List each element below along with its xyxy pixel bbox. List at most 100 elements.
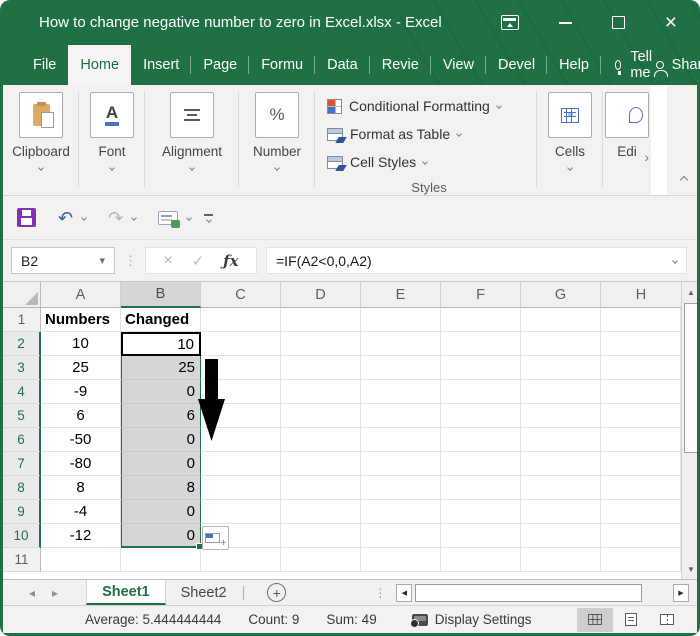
cell-B5[interactable]: 6: [121, 404, 201, 428]
empty-cells[interactable]: [201, 356, 681, 380]
column-header-B[interactable]: B: [121, 282, 201, 308]
email-icon[interactable]: [158, 211, 178, 225]
cell-A9[interactable]: -4: [41, 500, 121, 524]
sheet-tab-sheet1[interactable]: Sheet1: [86, 580, 166, 605]
cell-A5[interactable]: 6: [41, 404, 121, 428]
tab-formulas[interactable]: Formu: [249, 45, 315, 85]
cancel-icon[interactable]: ×: [163, 252, 172, 270]
tab-page-layout[interactable]: Page: [191, 45, 249, 85]
tab-file[interactable]: File: [21, 45, 68, 85]
name-box-arrow-icon[interactable]: ▾: [99, 254, 105, 267]
column-header-E[interactable]: E: [361, 282, 441, 308]
cell-A7[interactable]: -80: [41, 452, 121, 476]
cell-A8[interactable]: 8: [41, 476, 121, 500]
cell-B2-active[interactable]: 10: [121, 332, 201, 356]
horizontal-scrollbar[interactable]: ◀ ▶: [396, 580, 689, 605]
minimize-icon[interactable]: [559, 22, 572, 24]
conditional-formatting-button[interactable]: Conditional Formatting: [327, 92, 501, 120]
next-sheet-icon[interactable]: ▸: [52, 586, 58, 600]
empty-cells[interactable]: [201, 476, 681, 500]
column-header-F[interactable]: F: [441, 282, 521, 308]
clipboard-button[interactable]: [19, 92, 63, 138]
auto-fill-options-button[interactable]: +: [202, 526, 229, 550]
enter-icon[interactable]: ✓: [192, 252, 205, 270]
column-header-H[interactable]: H: [601, 282, 681, 308]
email-dropdown-icon[interactable]: [186, 215, 192, 221]
horizontal-scroll-thumb[interactable]: [415, 584, 641, 602]
normal-view-button[interactable]: [577, 608, 613, 632]
collapse-ribbon-icon[interactable]: [680, 176, 688, 184]
row-header-8[interactable]: 8: [3, 476, 41, 500]
cell-A3[interactable]: 25: [41, 356, 121, 380]
column-header-C[interactable]: C: [201, 282, 281, 308]
empty-cells[interactable]: [201, 500, 681, 524]
empty-cells[interactable]: [201, 428, 681, 452]
cell-A1[interactable]: Numbers: [41, 308, 121, 332]
insert-function-icon[interactable]: ƒx: [223, 252, 238, 270]
font-button[interactable]: A: [90, 92, 134, 138]
empty-cells[interactable]: [201, 548, 681, 572]
scroll-right-icon[interactable]: ▶: [673, 584, 689, 602]
row-header-6[interactable]: 6: [3, 428, 41, 452]
row-header-4[interactable]: 4: [3, 380, 41, 404]
empty-cells[interactable]: [201, 332, 681, 356]
cell-B10[interactable]: 0: [121, 524, 201, 548]
cell-B4[interactable]: 0: [121, 380, 201, 404]
scroll-left-icon[interactable]: ◀: [396, 584, 412, 602]
formula-input[interactable]: =IF(A2<0,0,A2): [266, 247, 687, 274]
row-header-1[interactable]: 1: [3, 308, 41, 332]
cells-button[interactable]: [548, 92, 592, 138]
cell-B11[interactable]: [121, 548, 201, 572]
row-header-7[interactable]: 7: [3, 452, 41, 476]
empty-cells[interactable]: [201, 452, 681, 476]
cell-B7[interactable]: 0: [121, 452, 201, 476]
row-header-3[interactable]: 3: [3, 356, 41, 380]
cell-styles-button[interactable]: Cell Styles: [327, 148, 427, 176]
tab-review[interactable]: Revie: [370, 45, 431, 85]
scroll-down-icon[interactable]: ▼: [682, 559, 697, 579]
share-button[interactable]: Share: [656, 45, 700, 85]
ribbon-display-options-icon[interactable]: [501, 15, 519, 30]
alignment-button[interactable]: [170, 92, 214, 138]
tab-insert[interactable]: Insert: [131, 45, 191, 85]
row-header-11[interactable]: 11: [3, 548, 41, 572]
cell-B6[interactable]: 0: [121, 428, 201, 452]
font-dropdown-icon[interactable]: [109, 165, 115, 171]
select-all-corner[interactable]: [3, 282, 41, 308]
row-header-9[interactable]: 9: [3, 500, 41, 524]
editing-button[interactable]: [605, 92, 649, 138]
undo-dropdown-icon[interactable]: [81, 215, 87, 221]
number-dropdown-icon[interactable]: [274, 165, 280, 171]
cells-dropdown-icon[interactable]: [567, 165, 573, 171]
cell-B1[interactable]: Changed: [121, 308, 201, 332]
column-header-A[interactable]: A: [41, 282, 121, 308]
undo-icon[interactable]: ↶: [58, 209, 73, 227]
tell-me[interactable]: Tell me: [615, 45, 656, 85]
editing-flyout-icon[interactable]: ›: [644, 149, 649, 165]
sheet-bar-splitter[interactable]: ⋮: [374, 580, 386, 605]
vertical-scroll-thumb[interactable]: [684, 303, 697, 453]
cell-A4[interactable]: -9: [41, 380, 121, 404]
page-layout-view-button[interactable]: [613, 608, 649, 632]
column-header-G[interactable]: G: [521, 282, 601, 308]
number-button[interactable]: %: [255, 92, 299, 138]
empty-cells[interactable]: [201, 524, 681, 548]
empty-cells[interactable]: [201, 404, 681, 428]
cell-A11[interactable]: [41, 548, 121, 572]
formula-bar-splitter[interactable]: ⋮: [124, 253, 136, 269]
cell-A2[interactable]: 10: [41, 332, 121, 356]
tab-home[interactable]: Home: [68, 45, 131, 85]
display-settings-button[interactable]: Display Settings: [412, 612, 532, 627]
close-icon[interactable]: ×: [665, 12, 677, 33]
row-header-5[interactable]: 5: [3, 404, 41, 428]
horizontal-scroll-track[interactable]: [414, 584, 663, 602]
row-header-2[interactable]: 2: [3, 332, 41, 356]
new-sheet-button[interactable]: +: [267, 583, 286, 602]
tab-help[interactable]: Help: [547, 45, 601, 85]
customize-toolbar-icon[interactable]: [204, 214, 213, 222]
page-break-view-button[interactable]: [649, 608, 685, 632]
redo-dropdown-icon[interactable]: [131, 215, 137, 221]
cell-B3[interactable]: 25: [121, 356, 201, 380]
name-box[interactable]: B2 ▾: [11, 247, 115, 274]
cell-B8[interactable]: 8: [121, 476, 201, 500]
